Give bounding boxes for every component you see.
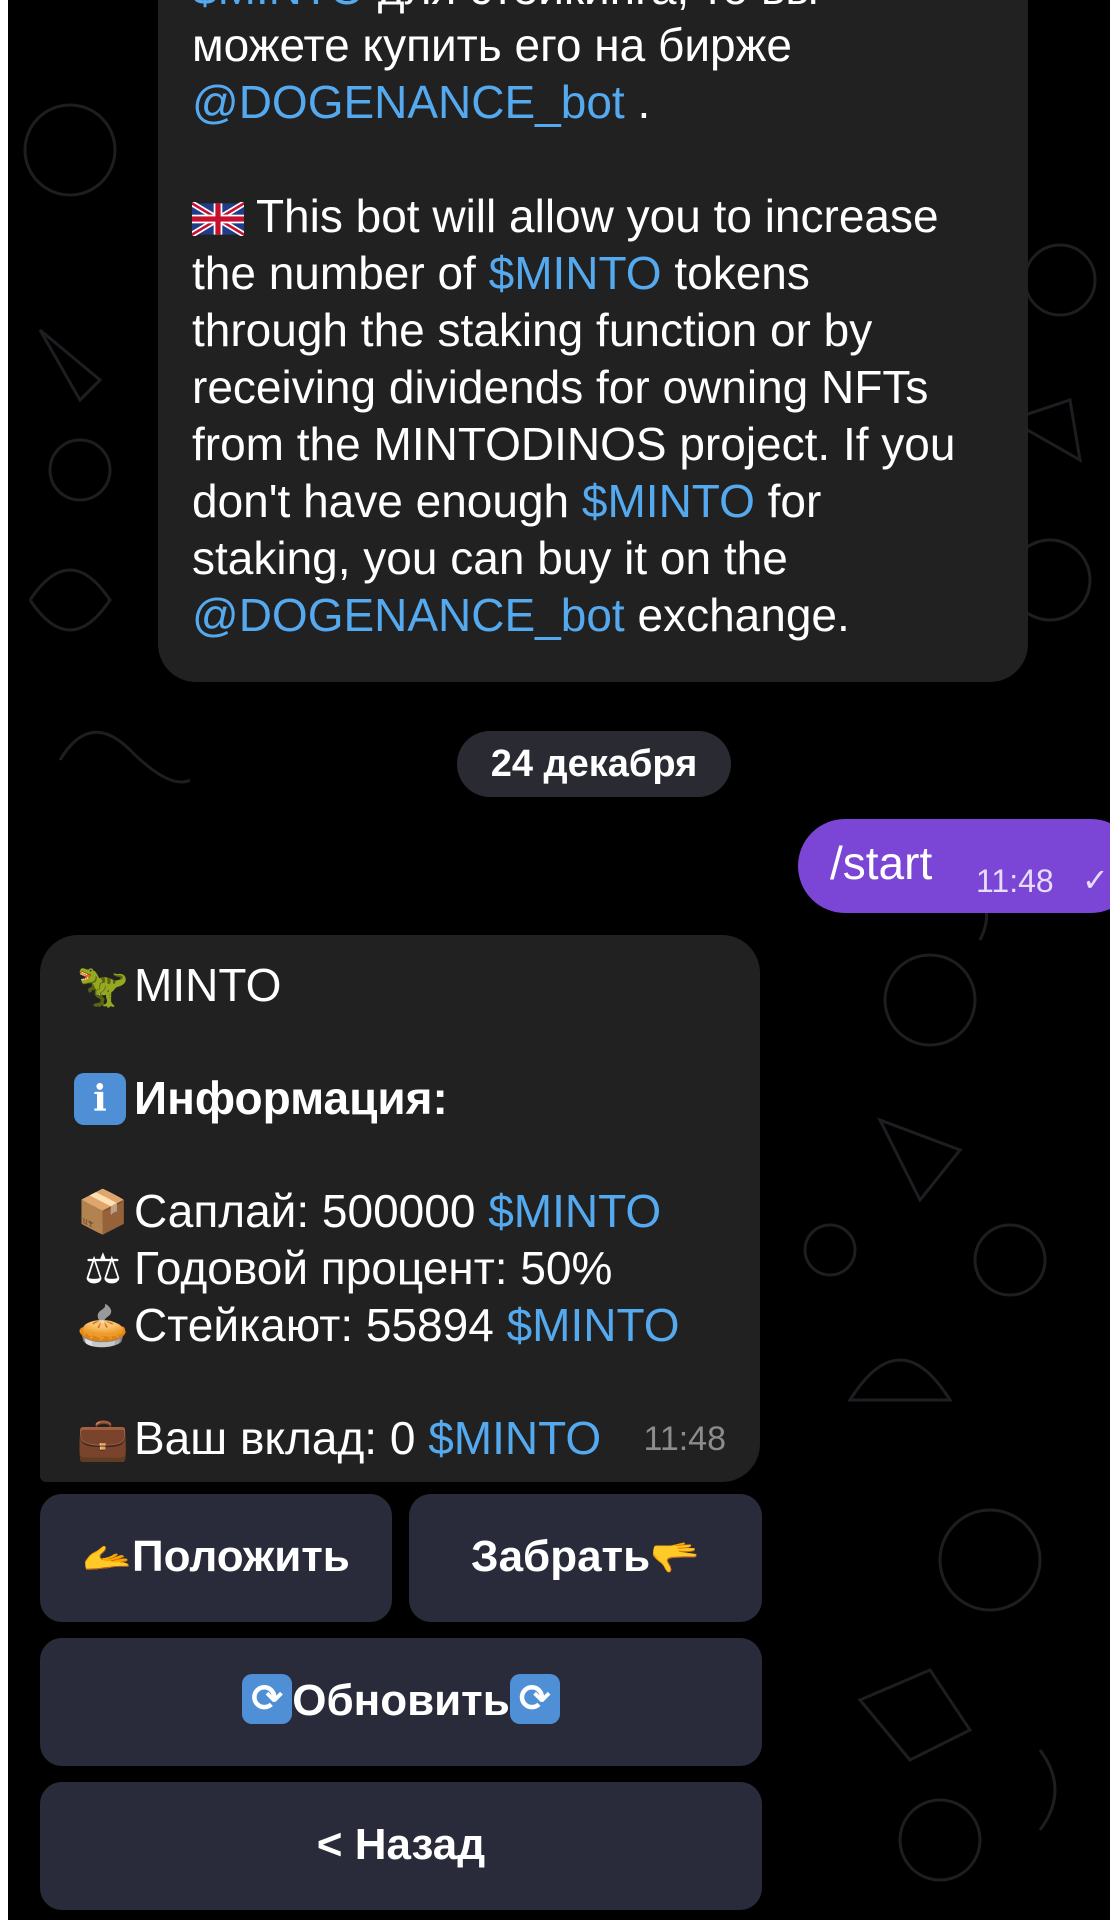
supply-text: Саплай: 500000: [134, 1185, 476, 1237]
message-text: .: [624, 76, 651, 128]
message-time: 11:48: [976, 863, 1054, 899]
deposit-text: Ваш вклад: 0: [134, 1412, 416, 1464]
message-line: through the staking function or by: [192, 304, 873, 356]
briefcase-icon: 💼: [76, 1415, 130, 1462]
message-title: 🦖 MINTO: [74, 957, 726, 1014]
message-text: This bot will allow you to increase: [244, 190, 939, 242]
token-link[interactable]: $MINTO: [192, 0, 365, 14]
message-line: from the MINTODINOS project. If you: [192, 418, 956, 470]
back-button[interactable]: < Назад: [40, 1782, 762, 1910]
info-heading: i Информация:: [74, 1070, 726, 1127]
token-link[interactable]: $MINTO: [488, 1183, 661, 1240]
supply-row: 📦 Саплай: 500000 $MINTO: [74, 1183, 726, 1240]
screen-edge: [0, 0, 8, 1920]
message-text: exchange.: [624, 589, 850, 641]
double-check-icon: ✓✓: [1082, 862, 1110, 898]
refresh-icon: ⟳: [509, 1674, 560, 1725]
bot-message-staking-info: 🦖 MINTO i Информация: 📦 Саплай: 500000 $MIN…: [40, 935, 760, 1482]
message-text: the number of: [192, 247, 489, 299]
message-time: 11:48: [643, 1420, 726, 1458]
token-link[interactable]: $MINTO: [582, 475, 755, 527]
rate-text: Годовой процент: 50%: [134, 1242, 613, 1294]
bot-link[interactable]: @DOGENANCE_bot: [192, 589, 625, 641]
heading-text: Информация:: [134, 1072, 448, 1124]
message-text: don't have enough: [192, 475, 582, 527]
title-text: MINTO: [134, 959, 282, 1011]
button-label: Забрать: [471, 1532, 651, 1581]
staked-text: Стейкают: 55894: [134, 1299, 494, 1351]
rate-row: ⚖ Годовой процент: 50%: [74, 1240, 726, 1297]
message-line: This bot will allow you to increase: [190, 188, 988, 245]
bot-link[interactable]: @DOGENANCE_bot: [192, 76, 625, 128]
button-label: < Назад: [316, 1820, 486, 1869]
message-line: the number of $MINTO tokens: [192, 245, 988, 302]
message-text: tokens: [661, 247, 810, 299]
uk-flag-icon: [190, 190, 246, 242]
deposit-button[interactable]: 🫴Положить: [40, 1494, 392, 1622]
message-text: for: [754, 475, 822, 527]
hand-take-icon: 🫳: [650, 1536, 700, 1580]
message-line: receiving dividends for owning NFTs: [192, 361, 929, 413]
deposit-row: 💼 Ваш вклад: 0 $MINTO: [74, 1410, 726, 1467]
token-link[interactable]: $MINTO: [489, 247, 662, 299]
pie-icon: 🥧: [76, 1302, 130, 1349]
message-line: @DOGENANCE_bot exchange.: [192, 587, 988, 644]
outgoing-message: /start 11:48 ✓✓: [798, 819, 1110, 913]
message-line: можете купить его на бирже: [192, 19, 792, 71]
refresh-icon: ⟳: [242, 1674, 293, 1725]
token-link[interactable]: $MINTO: [507, 1297, 680, 1354]
scales-icon: ⚖: [84, 1245, 122, 1292]
message-line: @DOGENANCE_bot .: [192, 74, 988, 131]
withdraw-button[interactable]: Забрать🫳: [409, 1494, 762, 1622]
message-line: $MINTO для стейкинга, то вы: [192, 0, 988, 17]
incoming-message-description: $MINTO для стейкинга, то вы можете купит…: [158, 0, 1028, 682]
dinosaur-icon: 🦖: [76, 962, 130, 1009]
outgoing-text: /start: [830, 837, 933, 889]
message-text: для стейкинга, то вы: [365, 0, 819, 14]
message-line: don't have enough $MINTO for: [192, 473, 988, 530]
message-line: staking, you can buy it on the: [192, 532, 788, 584]
refresh-button[interactable]: ⟳ Обновить ⟳: [40, 1638, 762, 1766]
info-icon: i: [74, 1072, 126, 1125]
package-icon: 📦: [76, 1188, 130, 1235]
button-label: Обновить: [292, 1676, 510, 1725]
date-separator: 24 декабря: [457, 731, 731, 797]
button-label: Положить: [131, 1532, 350, 1581]
hand-give-icon: 🫴: [82, 1536, 132, 1580]
token-link[interactable]: $MINTO: [428, 1410, 601, 1467]
staked-row: 🥧 Стейкают: 55894 $MINTO: [74, 1297, 726, 1354]
